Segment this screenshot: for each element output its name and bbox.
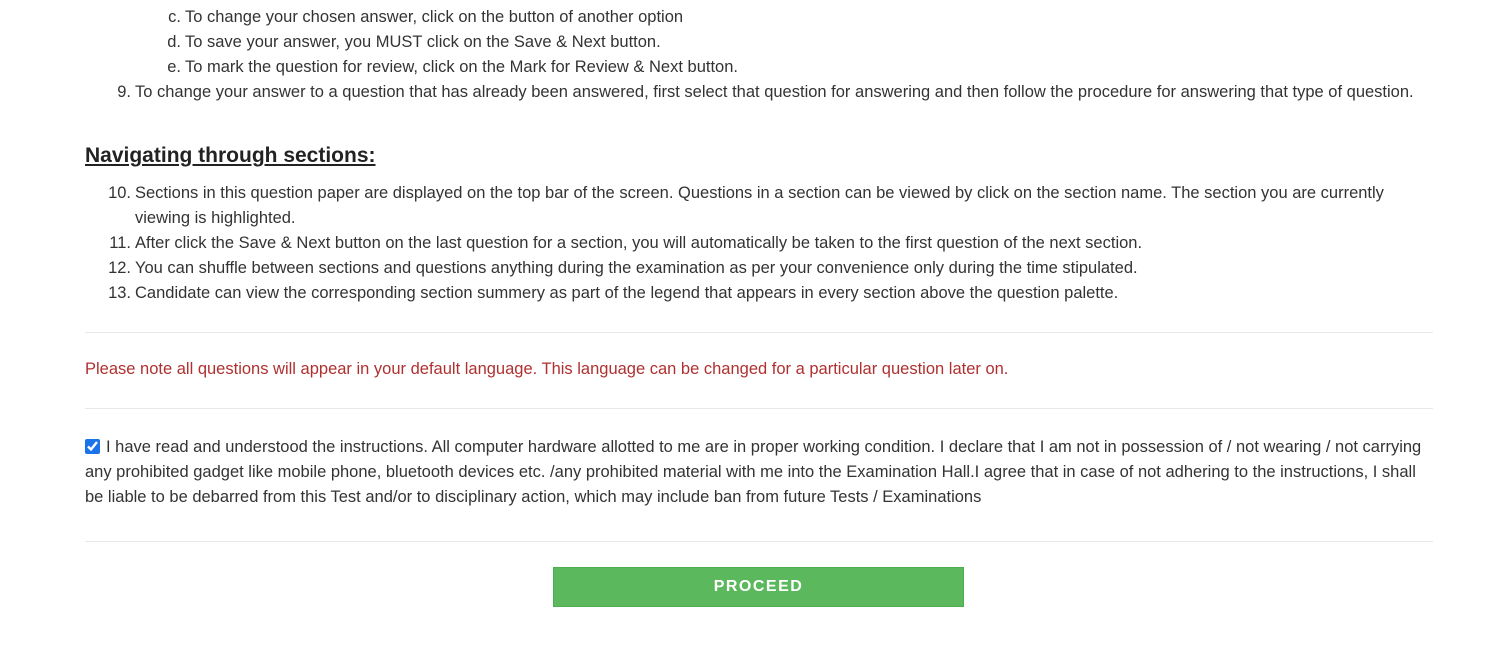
- divider: [85, 332, 1433, 333]
- list-item: 9. To change your answer to a question th…: [117, 83, 1414, 101]
- declaration-text: I have read and understood the instructi…: [85, 438, 1422, 506]
- divider: [85, 541, 1433, 542]
- instruction-list: 9. To change your answer to a question th…: [85, 80, 1425, 105]
- list-item: 11. After click the Save & Next button on…: [109, 234, 1143, 252]
- language-note: Please note all questions will appear in…: [85, 360, 1009, 378]
- sections-list: 10. Sections in this question paper are d…: [85, 181, 1405, 306]
- list-item: c. To change your chosen answer, click on…: [168, 8, 684, 26]
- list-item: d. To save your answer, you MUST click on…: [167, 33, 661, 51]
- declaration-checkbox[interactable]: [85, 439, 100, 454]
- declaration: I have read and understood the instructi…: [85, 435, 1433, 510]
- divider: [85, 408, 1433, 409]
- proceed-button[interactable]: PROCEED: [553, 567, 964, 607]
- answer-steps-list: c. To change your chosen answer, click on…: [85, 5, 1433, 80]
- list-item: 13. Candidate can view the corresponding …: [108, 284, 1119, 302]
- list-item: e. To mark the question for review, click…: [167, 58, 738, 76]
- list-item: 12. You can shuffle between sections and …: [108, 259, 1138, 277]
- section-heading: Navigating through sections:: [85, 144, 376, 167]
- list-item: 10. Sections in this question paper are d…: [108, 184, 1384, 227]
